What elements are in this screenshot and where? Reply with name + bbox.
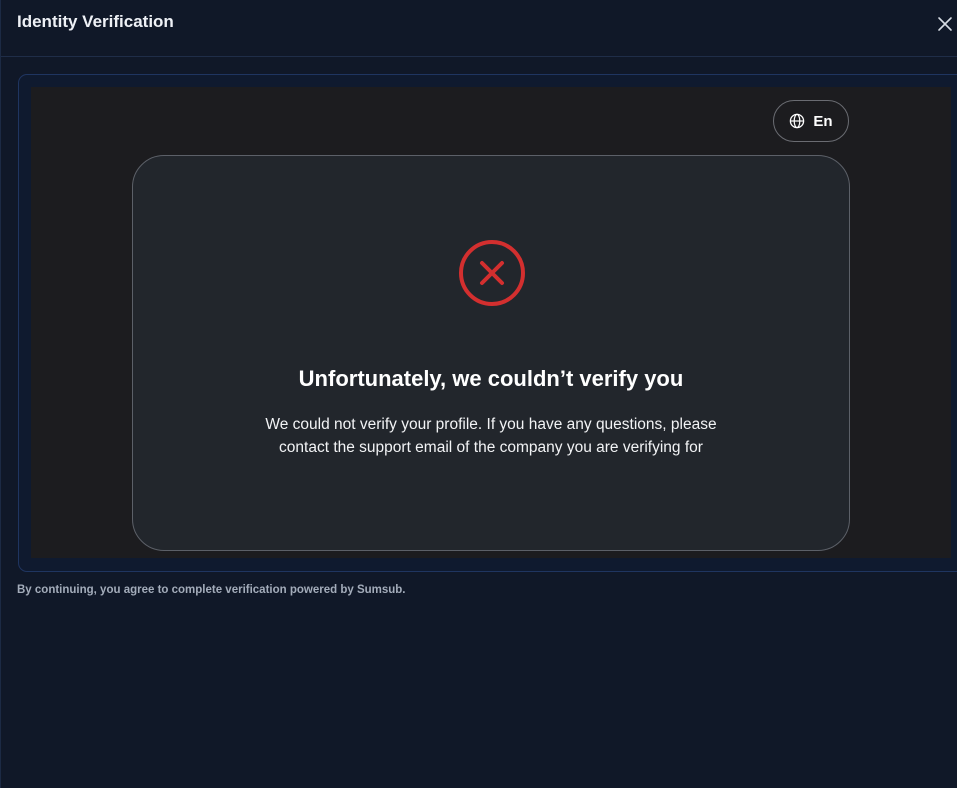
identity-verification-dialog: Identity Verification En Unfortunately, … <box>0 0 957 788</box>
dialog-title: Identity Verification <box>17 12 174 31</box>
language-label: En <box>813 112 833 130</box>
dialog-header: Identity Verification <box>1 0 957 57</box>
globe-icon <box>790 113 805 129</box>
result-title: Unfortunately, we couldn’t verify you <box>298 366 684 391</box>
verification-sdk-panel: En Unfortunately, we couldn’t verify you… <box>31 87 951 558</box>
powered-by-notice: By continuing, you agree to complete ver… <box>17 584 406 596</box>
close-icon <box>938 17 952 31</box>
close-button[interactable] <box>933 12 957 36</box>
language-selector[interactable]: En <box>773 100 849 142</box>
result-message-line-1: We could not verify your profile. If you… <box>265 416 717 433</box>
result-message: We could not verify your profile. If you… <box>223 413 759 459</box>
error-circle-x-icon <box>459 240 525 306</box>
result-message-line-2: contact the support email of the company… <box>279 439 703 456</box>
verification-result-card: Unfortunately, we couldn’t verify you We… <box>132 155 850 551</box>
